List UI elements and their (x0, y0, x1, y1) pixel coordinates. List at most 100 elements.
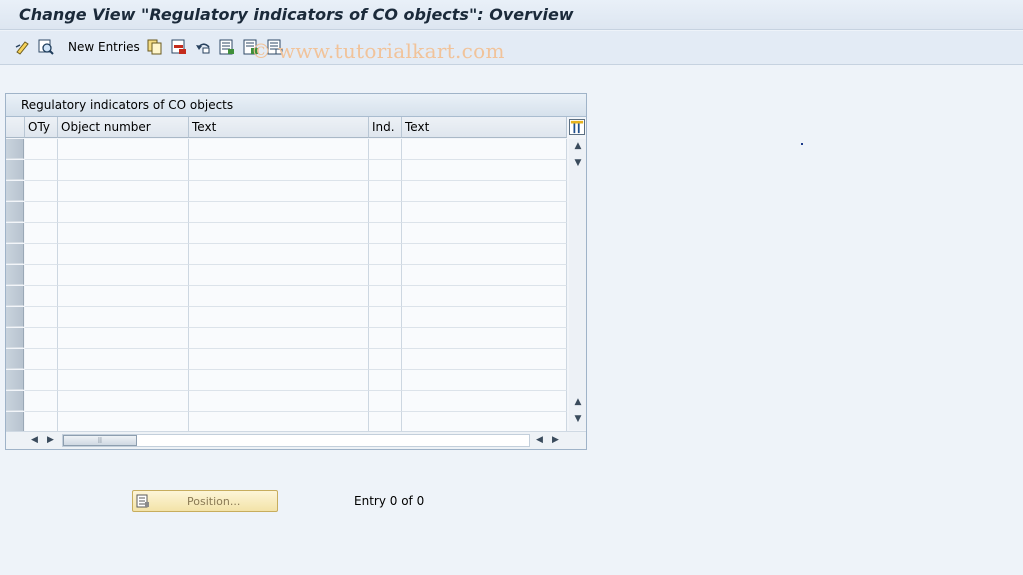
row-selector[interactable] (6, 139, 24, 159)
scroll-right-icon[interactable]: ▶ (47, 435, 54, 445)
table-cell[interactable] (369, 181, 402, 202)
table-cell[interactable] (369, 265, 402, 286)
table-cell[interactable] (402, 244, 567, 265)
row-selector[interactable] (6, 328, 24, 348)
table-cell[interactable] (58, 139, 189, 160)
table-cell[interactable] (58, 391, 189, 412)
undo-icon[interactable] (195, 39, 211, 55)
column-header-oty[interactable]: OTy (25, 117, 58, 138)
scroll-up-icon[interactable]: ▼ (573, 158, 583, 168)
scroll-down-icon[interactable]: ▲ (573, 397, 583, 407)
row-selector[interactable] (6, 286, 24, 306)
row-selector[interactable] (6, 223, 24, 243)
table-cell[interactable] (58, 307, 189, 328)
table-cell[interactable] (189, 181, 369, 202)
table-cell[interactable] (25, 181, 58, 202)
scroll-bottom-icon[interactable]: ▼ (573, 414, 583, 424)
table-cell[interactable] (25, 307, 58, 328)
table-cell[interactable] (369, 160, 402, 181)
table-cell[interactable] (58, 328, 189, 349)
row-selector[interactable] (6, 412, 24, 432)
row-selector[interactable] (6, 244, 24, 264)
table-cell[interactable] (58, 286, 189, 307)
table-cell[interactable] (25, 139, 58, 160)
table-cell[interactable] (58, 160, 189, 181)
table-cell[interactable] (25, 391, 58, 412)
table-cell[interactable] (25, 412, 58, 433)
table-cell[interactable] (25, 265, 58, 286)
table-cell[interactable] (369, 328, 402, 349)
table-cell[interactable] (25, 349, 58, 370)
table-cell[interactable] (402, 307, 567, 328)
table-cell[interactable] (189, 286, 369, 307)
row-selector[interactable] (6, 391, 24, 411)
table-cell[interactable] (402, 391, 567, 412)
column-header-object-number[interactable]: Object number (58, 117, 189, 138)
table-cell[interactable] (25, 160, 58, 181)
table-cell[interactable] (189, 349, 369, 370)
table-cell[interactable] (402, 181, 567, 202)
row-selector[interactable] (6, 307, 24, 327)
table-cell[interactable] (369, 202, 402, 223)
table-cell[interactable] (189, 139, 369, 160)
table-cell[interactable] (402, 412, 567, 433)
table-cell[interactable] (189, 412, 369, 433)
table-cell[interactable] (369, 349, 402, 370)
row-selector[interactable] (6, 349, 24, 369)
row-selector[interactable] (6, 181, 24, 201)
row-selector[interactable] (6, 202, 24, 222)
table-cell[interactable] (369, 391, 402, 412)
table-cell[interactable] (58, 412, 189, 433)
table-cell[interactable] (369, 244, 402, 265)
table-cell[interactable] (189, 202, 369, 223)
table-cell[interactable] (58, 265, 189, 286)
table-cell[interactable] (402, 202, 567, 223)
table-cell[interactable] (189, 244, 369, 265)
horizontal-scroll-track[interactable]: ⠿ (62, 434, 530, 447)
select-all-rows-corner[interactable] (6, 117, 25, 138)
display-change-icon[interactable] (15, 39, 31, 55)
table-cell[interactable] (25, 370, 58, 391)
new-entries-button[interactable]: New Entries (68, 40, 140, 54)
horizontal-scrollbar[interactable]: ◀ ▶ ⠿ ◀ ▶ (6, 431, 586, 449)
table-cell[interactable] (58, 244, 189, 265)
vertical-scrollbar[interactable]: ▲ ▼ ▲ ▼ (569, 139, 586, 430)
table-cell[interactable] (369, 286, 402, 307)
table-cell[interactable] (58, 223, 189, 244)
table-cell[interactable] (402, 370, 567, 391)
table-cell[interactable] (189, 391, 369, 412)
table-cell[interactable] (402, 286, 567, 307)
table-cell[interactable] (189, 223, 369, 244)
scroll-left-end-icon[interactable]: ◀ (536, 435, 543, 445)
position-button[interactable]: Position... (132, 490, 278, 512)
table-cell[interactable] (58, 370, 189, 391)
details-icon[interactable] (38, 39, 54, 55)
table-cell[interactable] (58, 202, 189, 223)
table-cell[interactable] (369, 412, 402, 433)
table-cell[interactable] (189, 265, 369, 286)
table-cell[interactable] (25, 328, 58, 349)
scroll-top-icon[interactable]: ▲ (573, 141, 583, 151)
table-settings-icon[interactable] (569, 119, 585, 135)
row-selector[interactable] (6, 370, 24, 390)
column-header-text[interactable]: Text (189, 117, 369, 138)
column-header-ind[interactable]: Ind. (369, 117, 402, 138)
delete-icon[interactable] (171, 39, 187, 55)
table-cell[interactable] (369, 307, 402, 328)
table-cell[interactable] (189, 370, 369, 391)
select-all-icon[interactable] (219, 39, 235, 55)
scroll-right-end-icon[interactable]: ▶ (552, 435, 559, 445)
table-cell[interactable] (402, 160, 567, 181)
table-cell[interactable] (402, 349, 567, 370)
column-header-indicator-text[interactable]: Text (402, 117, 567, 138)
table-cell[interactable] (25, 286, 58, 307)
table-cell[interactable] (369, 139, 402, 160)
table-cell[interactable] (369, 370, 402, 391)
table-cell[interactable] (189, 160, 369, 181)
row-selector[interactable] (6, 160, 24, 180)
table-cell[interactable] (189, 307, 369, 328)
table-cell[interactable] (58, 181, 189, 202)
row-selector[interactable] (6, 265, 24, 285)
table-cell[interactable] (402, 223, 567, 244)
table-cell[interactable] (402, 265, 567, 286)
